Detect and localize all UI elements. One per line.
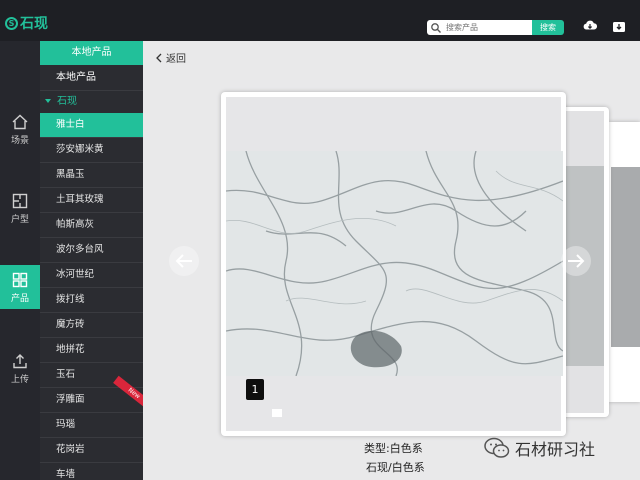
search-input[interactable] [442,23,526,32]
category-group-label: 石现 [57,96,77,107]
wechat-icon [484,437,510,458]
marble-texture [226,151,563,376]
category-item[interactable]: 帕斯高灰 [40,213,143,238]
home-icon [12,114,28,130]
left-nav: 场景 户型 产品 上传 [0,41,40,480]
back-label: 返回 [166,54,186,65]
category-item[interactable]: 雅士白 [40,113,143,138]
top-bar: S 石现 搜索 [0,0,640,41]
nav-item-scene[interactable]: 场景 [0,107,40,151]
nav-item-label: 场景 [10,136,29,146]
category-item[interactable]: 玛瑙 [40,413,143,438]
caret-down-icon [45,99,51,103]
search-box[interactable] [427,20,532,35]
chevron-left-icon [156,53,162,62]
category-item[interactable]: 拨打线 [40,288,143,313]
category-group-shixian[interactable]: 石现 [40,91,143,113]
product-category-path: 石现/白色系 [366,461,425,474]
page-number-badge: 1 [246,379,264,400]
nav-item-floorplan[interactable]: 户型 [0,186,40,230]
category-item[interactable]: 魔方砖 [40,313,143,338]
download-box-icon[interactable] [611,18,627,34]
search-icon [431,22,441,33]
nav-item-label: 产品 [10,294,29,304]
app-logo[interactable]: S 石现 [5,13,48,33]
nav-item-label: 上传 [10,375,29,385]
nav-item-upload[interactable]: 上传 [0,346,40,390]
stone-preview [611,167,640,347]
grid-icon [12,272,28,288]
watermark-text: 石材研习社 [515,440,596,459]
upload-icon [13,354,27,369]
prev-arrow-button[interactable] [169,246,199,276]
next-arrow-button[interactable] [561,246,591,276]
category-item[interactable]: 土耳其玫瑰 [40,188,143,213]
floorplan-icon [12,193,28,209]
category-item-relief[interactable]: 浮雕面 New [40,375,143,413]
category-item[interactable]: 莎安娜米黄 [40,138,143,163]
category-item[interactable]: 波尔多台风 [40,238,143,263]
watermark: 石材研习社 [483,436,595,460]
product-card-next-2[interactable] [609,122,640,402]
category-item-label: 浮雕面 [56,394,85,405]
category-panel-header[interactable]: 本地产品 [40,41,143,65]
category-item[interactable]: 花岗岩 [40,438,143,463]
product-type: 类型:白色系 [364,442,423,455]
logo-mark-icon: S [5,16,18,30]
marble-slab-image[interactable] [226,151,563,376]
search-button[interactable]: 搜索 [532,20,564,35]
nav-item-label: 户型 [10,215,29,225]
category-panel: 本地产品 本地产品 石现 雅士白 莎安娜米黄 黑晶玉 土耳其玫瑰 帕斯高灰 波尔… [40,41,143,480]
download-cloud-icon[interactable] [582,18,598,34]
arrow-left-icon [175,254,192,268]
app-brand-name: 石现 [20,16,48,32]
category-local-products[interactable]: 本地产品 [40,65,143,91]
category-item[interactable]: 黑晶玉 [40,163,143,188]
category-item[interactable]: 地拼花 [40,338,143,363]
category-item[interactable]: 车墙 [40,463,143,480]
nav-item-products[interactable]: 产品 [0,265,40,309]
category-item[interactable]: 冰河世纪 [40,263,143,288]
arrow-right-icon [568,254,585,268]
thumbnail-indicator[interactable] [272,409,282,417]
back-button[interactable]: 返回 [155,50,186,65]
